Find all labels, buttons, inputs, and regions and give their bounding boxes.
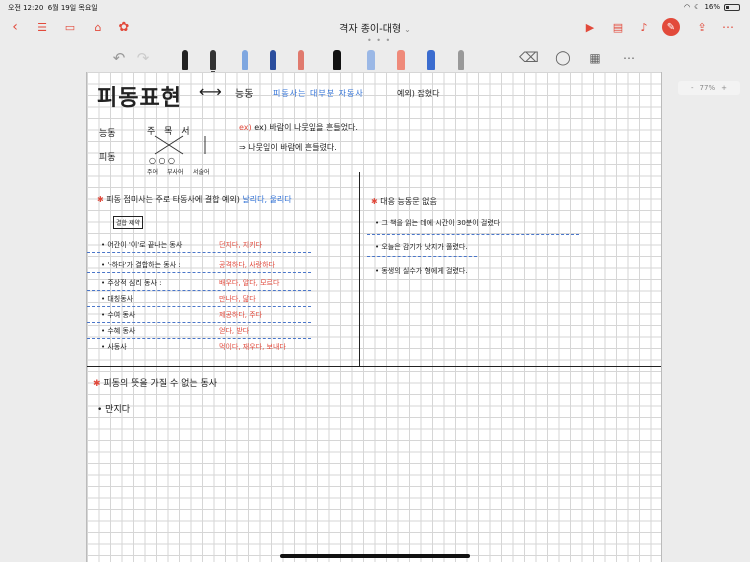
- sub-label-predicate: 서술어: [193, 169, 210, 176]
- divider-dashed: [87, 290, 311, 291]
- section-divider-horizontal: [87, 366, 661, 367]
- right-item-0: • 그 책을 읽는 데에 시간이 30분이 걸렸다: [375, 219, 501, 227]
- zoom-minus-icon[interactable]: -: [691, 84, 694, 92]
- rule-0-label: • 어간이 '이'로 끝나는 동사: [101, 241, 183, 249]
- rule-3-label: • 대칭동사: [101, 295, 134, 303]
- pen-black-icon[interactable]: [178, 46, 192, 70]
- divider-dashed: [87, 338, 311, 339]
- home-indicator[interactable]: [280, 554, 470, 558]
- more-tools-icon[interactable]: ⋯: [622, 46, 636, 70]
- note-page[interactable]: 피동표현 ⟷ 능동 피동사는 대부분 자동사 예외) 잡혔다 능동 피동 주 목…: [86, 72, 662, 562]
- divider-dashed: [367, 234, 579, 235]
- rule-1-label: • '-하다'가 결합하는 동사 :: [101, 261, 181, 269]
- chevron-down-icon: ⌄: [404, 25, 411, 34]
- lasso-icon[interactable]: ◯: [555, 46, 571, 70]
- sub-label-subject: 주어: [147, 169, 159, 176]
- moon-icon: ☾: [694, 3, 701, 11]
- example-sentence-1: ex) ex) 바람이 나뭇잎을 흔들었다.: [239, 123, 358, 132]
- left-section-title: ✱ 피동 접미사는 주로 타동사에 결합 예외) 날리다, 울리다: [97, 195, 292, 204]
- right-item-1: • 오늘은 감기가 낫지가 풀렸다.: [375, 243, 468, 251]
- marker-black-icon[interactable]: [330, 46, 344, 70]
- highlighter-red-icon[interactable]: [394, 46, 408, 70]
- battery-percent: 16%: [704, 3, 720, 11]
- redo-icon[interactable]: ↷: [136, 46, 150, 70]
- pen-black-fine-icon[interactable]: [206, 46, 220, 73]
- drawing-toolbar: ↶ ↷ ⌫ ◯ ▦ ⋯: [0, 42, 750, 73]
- constraint-box: 결합 제약: [113, 216, 143, 229]
- wifi-icon: ◠: [684, 3, 691, 11]
- rule-0-examples: 던지다, 지키다: [219, 241, 263, 249]
- highlighter-navy-icon[interactable]: [424, 46, 438, 70]
- status-time: 오전 12:20 6월 19일 목요일: [8, 4, 98, 12]
- rule-5-examples: 얻다, 받다: [219, 327, 250, 335]
- status-date: 6월 19일 목요일: [47, 4, 98, 12]
- divider-dashed: [367, 256, 477, 257]
- right-section-title: ✱ 대응 능동문 없음: [371, 197, 437, 206]
- pen-red-icon[interactable]: [294, 46, 308, 70]
- note-heading: 피동표현: [97, 86, 182, 111]
- heading-note-black: 예외) 잡혔다: [397, 89, 440, 98]
- sub-label-adverbial: 부사어: [167, 169, 184, 176]
- pen-navy-icon[interactable]: [266, 46, 280, 70]
- rule-6-label: • 사동사: [101, 343, 127, 351]
- rule-2-examples: 배우다, 알다, 모르다: [219, 279, 280, 287]
- undo-icon[interactable]: ↶: [112, 46, 126, 70]
- row-active-label: 능동: [99, 129, 116, 139]
- heading-active: 능동: [235, 89, 254, 100]
- bottom-item: • 만지다: [97, 405, 131, 415]
- cross-arrows: [154, 135, 206, 155]
- share-icon[interactable]: ⇪: [694, 18, 710, 36]
- right-item-2: • 동생의 실수가 형에게 걸렸다.: [375, 267, 468, 275]
- rule-5-label: • 수혜 동사: [101, 327, 136, 335]
- share-file-icon[interactable]: ▤: [610, 18, 626, 36]
- rule-2-label: • 주상적 심리 동사 :: [101, 279, 162, 287]
- highlighter-blue-icon[interactable]: [364, 46, 378, 70]
- divider-dashed: [87, 272, 311, 273]
- heading-note-blue: 피동사는 대부분 자동사: [273, 89, 364, 98]
- pen-blue-icon[interactable]: [238, 46, 252, 70]
- image-icon[interactable]: ▦: [588, 46, 602, 70]
- divider-dashed: [87, 306, 311, 307]
- example-sentence-2: ⇒ 나뭇잎이 바람에 흔들렸다.: [239, 143, 337, 152]
- more-icon[interactable]: ⋯: [720, 18, 736, 36]
- zoom-plus-icon[interactable]: +: [721, 84, 727, 92]
- rule-6-examples: 먹이다, 재우다, 보내다: [219, 343, 286, 351]
- divider-dashed: [87, 322, 311, 323]
- pencil-grey-icon[interactable]: [454, 46, 468, 70]
- pencil-mode-icon[interactable]: ✎: [662, 18, 680, 36]
- rule-3-examples: 만나다, 닮다: [219, 295, 256, 303]
- battery-icon: [724, 3, 740, 11]
- rule-1-examples: 공격하다, 사랑하다: [219, 261, 275, 269]
- row-passive-label: 피동: [99, 153, 116, 163]
- video-icon[interactable]: ▶: [582, 18, 598, 36]
- status-right: ◠ ☾ 16%: [684, 3, 740, 11]
- divider-dashed: [87, 252, 311, 253]
- double-arrow-icon: ⟷: [199, 82, 222, 101]
- eraser-icon[interactable]: ⌫: [519, 46, 539, 70]
- passive-chars: ○ ○ ○: [149, 156, 176, 165]
- mic-icon[interactable]: ♪: [636, 18, 652, 36]
- section-divider-vertical: [359, 172, 360, 366]
- status-bar: 오전 12:20 6월 19일 목요일 ◠ ☾ 16%: [0, 0, 750, 14]
- rule-4-examples: 제공하다, 주다: [219, 311, 263, 319]
- rule-4-label: • 수여 동사: [101, 311, 136, 319]
- bottom-section-title: ✱ 피동의 뜻을 가질 수 없는 동사: [93, 379, 218, 389]
- zoom-indicator[interactable]: -77% +: [678, 81, 740, 95]
